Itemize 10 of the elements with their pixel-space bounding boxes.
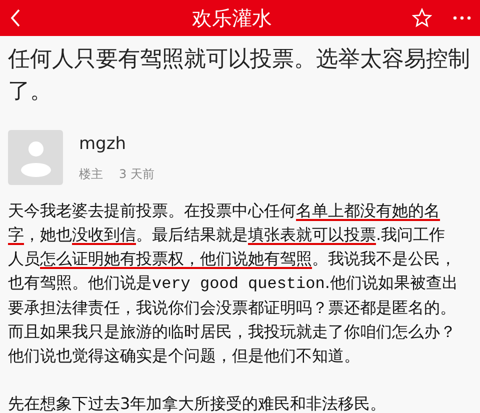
author-role: 楼主 [79,166,103,183]
post-paragraph: 天今我老婆去提前投票。在投票中心任何名单上都没有她的名字，她也没收到信。最后结果就是填张表就可以投票.我问工作人员怎么证明她有投票权，他们说她有驾照。我说我不是公民，也有驾照。他们说是very good question.他们说如果被查出要承担法律责任，我说你们会没票都证明吗？票还都是匿名的。而且如果我只是旅游的临时居民，我投玩就走了你咱们怎么办？他们说也觉得这确实是个问题，但是他们不知道。 [8,200,459,367]
header-title: 欢乐灌水 [191,4,273,32]
more-icon[interactable] [452,15,472,21]
star-icon[interactable] [412,8,432,28]
post-time: 3 天前 [119,166,154,183]
post-paragraph: 先在想象下过去3年加拿大所接受的难民和非法移民。 [8,393,388,413]
author-name[interactable]: mgzh [79,134,154,154]
post-title: 任何人只要有驾照就可以投票。选举太容易控制了。 [7,46,471,106]
person-icon [18,138,52,176]
